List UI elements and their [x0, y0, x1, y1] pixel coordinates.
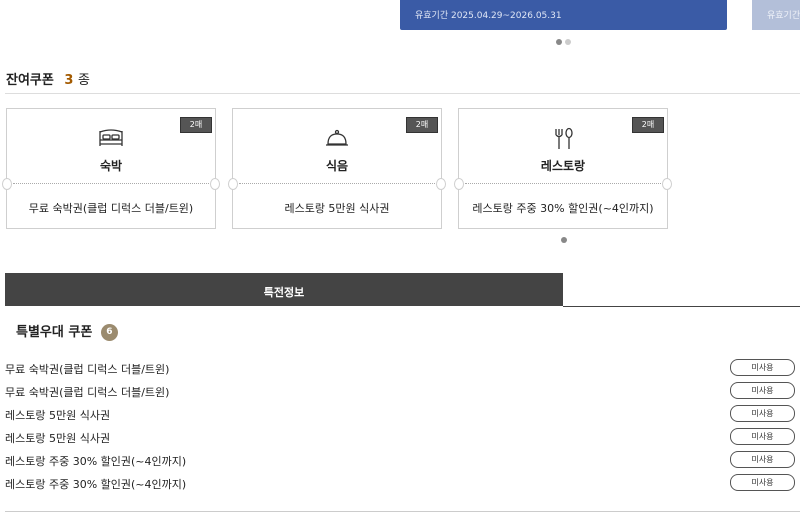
tab-benefit-info[interactable]: 특전정보 — [5, 273, 563, 306]
list-item: 무료 숙박권(클럽 디럭스 더블/트윈) 미사용 — [5, 357, 800, 379]
special-coupons-count-badge: 6 — [100, 324, 118, 341]
coupon-description: 무료 숙박권(클럽 디럭스 더블/트윈) — [28, 202, 194, 215]
ticket-notch — [2, 178, 12, 190]
card-validity: 유효기간 2025.04.29~2026.05.31 — [415, 11, 562, 21]
remaining-coupons-heading: 잔여쿠폰 3 종 — [6, 69, 90, 88]
ticket-notch — [662, 178, 672, 190]
divider — [13, 183, 209, 184]
tab-label: 특전정보 — [263, 286, 305, 299]
carousel-dot[interactable] — [565, 39, 571, 45]
coupon-row-title: 레스토랑 5만원 식사권 — [5, 432, 111, 445]
membership-card-next[interactable]: 유효기간 — [752, 0, 800, 30]
unused-status-button[interactable]: 미사용 — [730, 359, 795, 376]
cloche-icon — [233, 127, 441, 153]
coupon-name: 식음 — [325, 159, 349, 173]
coupon-name: 레스토랑 — [540, 159, 586, 173]
divider — [5, 93, 800, 94]
unused-status-button[interactable]: 미사용 — [730, 428, 795, 445]
coupon-row-title: 레스토랑 5만원 식사권 — [5, 409, 111, 422]
divider — [5, 511, 800, 512]
list-item: 무료 숙박권(클럽 디럭스 더블/트윈) 미사용 — [5, 380, 800, 402]
coupon-row-title: 레스토랑 주중 30% 할인권(~4인까지) — [5, 455, 187, 468]
unused-status-button[interactable]: 미사용 — [730, 382, 795, 399]
ticket-notch — [210, 178, 220, 190]
list-item: 레스토랑 5만원 식사권 미사용 — [5, 426, 800, 448]
list-item: 레스토랑 주중 30% 할인권(~4인까지) 미사용 — [5, 472, 800, 494]
divider — [465, 183, 661, 184]
remaining-coupons-title: 잔여쿠폰 — [6, 73, 54, 88]
coupon-row-title: 무료 숙박권(클럽 디럭스 더블/트윈) — [5, 386, 170, 399]
special-coupons-heading: 특별우대 쿠폰 6 — [16, 321, 118, 341]
coupon-description: 레스토랑 5만원 식사권 — [284, 202, 390, 215]
coupon-card-dining[interactable]: 2매 식음 레스토랑 5만원 식사권 — [228, 108, 446, 229]
remaining-coupons-unit: 종 — [77, 73, 90, 88]
ticket-notch — [436, 178, 446, 190]
bed-icon — [7, 127, 215, 153]
ticket-notch — [454, 178, 464, 190]
special-coupons-title: 특별우대 쿠폰 — [16, 325, 93, 340]
unused-status-button[interactable]: 미사용 — [730, 405, 795, 422]
list-item: 레스토랑 5만원 식사권 미사용 — [5, 403, 800, 425]
card-validity-next: 유효기간 — [767, 11, 800, 21]
membership-card[interactable]: 유효기간 2025.04.29~2026.05.31 — [400, 0, 727, 30]
carousel-dot-active[interactable] — [556, 39, 562, 45]
coupon-row-title: 무료 숙박권(클럽 디럭스 더블/트윈) — [5, 363, 170, 376]
coupon-name: 숙박 — [99, 159, 123, 173]
coupon-description: 레스토랑 주중 30% 할인권(~4인까지) — [472, 202, 654, 215]
tab-underline — [563, 306, 800, 307]
divider — [239, 183, 435, 184]
unused-status-button[interactable]: 미사용 — [730, 474, 795, 491]
ticket-notch — [228, 178, 238, 190]
coupon-carousel-dot[interactable] — [561, 237, 567, 243]
fork-spoon-icon — [459, 127, 667, 155]
coupon-row-title: 레스토랑 주중 30% 할인권(~4인까지) — [5, 478, 187, 491]
coupon-card-restaurant[interactable]: 2매 레스토랑 레스토랑 주중 30% 할인권(~4인까지) — [454, 108, 672, 229]
unused-status-button[interactable]: 미사용 — [730, 451, 795, 468]
coupon-card-lodging[interactable]: 2매 숙박 무료 숙박권(클럽 디럭스 더블/트윈) — [2, 108, 220, 229]
list-item: 레스토랑 주중 30% 할인권(~4인까지) 미사용 — [5, 449, 800, 471]
remaining-coupons-count: 3 — [64, 73, 74, 88]
